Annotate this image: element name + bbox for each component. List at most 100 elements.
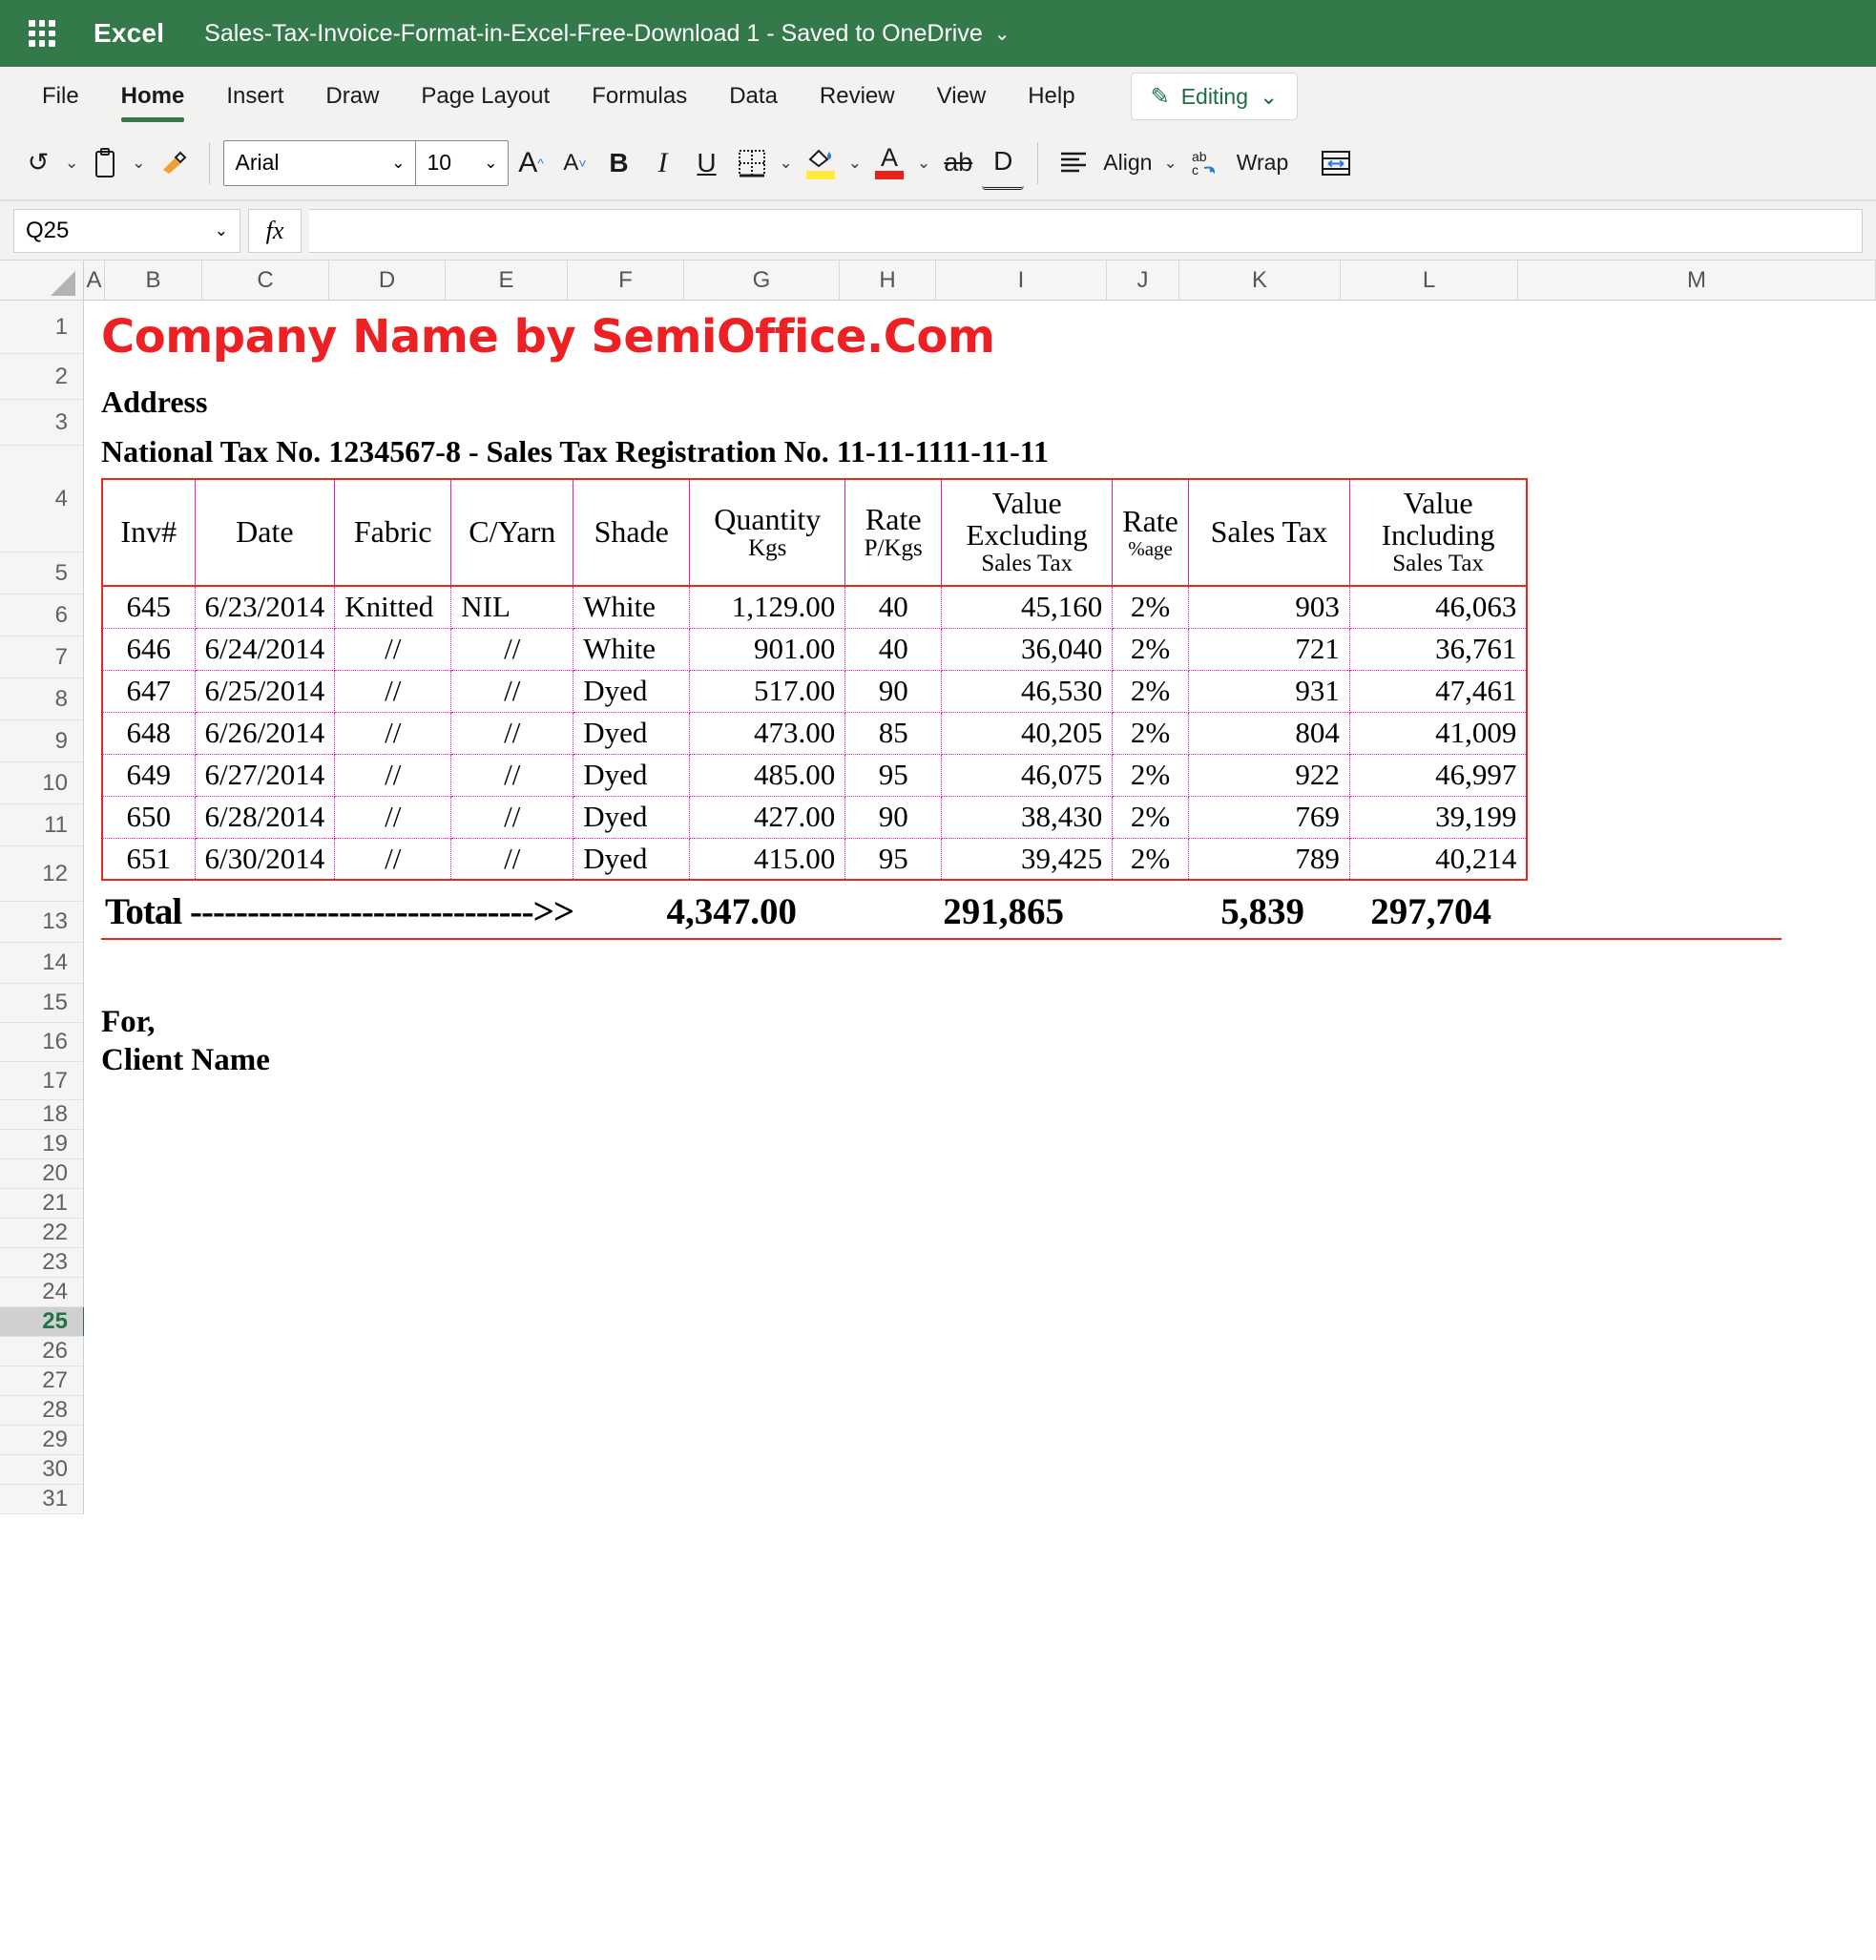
row-header-26[interactable]: 26: [0, 1337, 83, 1366]
shrink-font-button[interactable]: A ˅: [554, 136, 596, 190]
table-row[interactable]: 645 6/23/2014 Knitted NIL White 1,129.00…: [101, 585, 1529, 629]
tab-home[interactable]: Home: [100, 67, 206, 126]
column-header-B[interactable]: B: [105, 261, 202, 300]
align-icon[interactable]: [1052, 136, 1095, 190]
row-header-19[interactable]: 19: [0, 1130, 83, 1159]
borders-chevron-down-icon[interactable]: ⌄: [776, 154, 797, 173]
row-header-3[interactable]: 3: [0, 400, 83, 446]
row-header-29[interactable]: 29: [0, 1426, 83, 1455]
grow-font-button[interactable]: A ^: [511, 136, 552, 190]
tab-data[interactable]: Data: [708, 67, 799, 126]
table-row[interactable]: 651 6/30/2014 // // Dyed 415.00 95 39,42…: [101, 837, 1529, 881]
undo-button[interactable]: ↺: [17, 136, 59, 190]
row-header-20[interactable]: 20: [0, 1159, 83, 1189]
align-button[interactable]: Align: [1097, 136, 1157, 190]
column-header-M[interactable]: M: [1518, 261, 1876, 300]
column-header-I[interactable]: I: [936, 261, 1107, 300]
select-all-corner[interactable]: [0, 261, 84, 300]
font-name-select[interactable]: Arial ⌄: [224, 141, 415, 185]
row-header-31[interactable]: 31: [0, 1485, 83, 1514]
column-header-F[interactable]: F: [568, 261, 684, 300]
row-header-14[interactable]: 14: [0, 943, 83, 984]
row-header-16[interactable]: 16: [0, 1023, 83, 1062]
align-chevron-down-icon[interactable]: ⌄: [1159, 154, 1180, 173]
cell-date: 6/23/2014: [194, 585, 336, 629]
autofit-icon[interactable]: [1313, 136, 1359, 190]
tab-formulas[interactable]: Formulas: [571, 67, 708, 126]
column-header-D[interactable]: D: [329, 261, 446, 300]
borders-icon[interactable]: [730, 136, 774, 190]
tab-review[interactable]: Review: [799, 67, 916, 126]
row-header-13[interactable]: 13: [0, 902, 83, 943]
column-header-A[interactable]: A: [84, 261, 105, 300]
row-header-18[interactable]: 18: [0, 1100, 83, 1130]
row-header-23[interactable]: 23: [0, 1248, 83, 1278]
paste-chevron-down-icon[interactable]: ⌄: [128, 154, 149, 173]
row-header-25[interactable]: 25: [0, 1307, 87, 1337]
bold-button[interactable]: B: [598, 136, 640, 190]
italic-button[interactable]: I: [642, 136, 684, 190]
row-header-1[interactable]: 1: [0, 301, 83, 354]
row-header-17[interactable]: 17: [0, 1062, 83, 1100]
document-title[interactable]: Sales-Tax-Invoice-Format-in-Excel-Free-D…: [204, 20, 983, 48]
tab-insert[interactable]: Insert: [205, 67, 304, 126]
row-header-22[interactable]: 22: [0, 1219, 83, 1248]
column-header-L[interactable]: L: [1341, 261, 1518, 300]
undo-chevron-down-icon[interactable]: ⌄: [61, 154, 82, 173]
column-header-H[interactable]: H: [840, 261, 936, 300]
row-header-28[interactable]: 28: [0, 1396, 83, 1426]
tab-help[interactable]: Help: [1007, 67, 1095, 126]
sheet-canvas[interactable]: Company Name by SemiOffice.Com Address N…: [84, 301, 1876, 1514]
paste-icon[interactable]: [84, 136, 126, 190]
font-color-icon[interactable]: A: [867, 136, 911, 190]
fill-color-icon[interactable]: [799, 136, 843, 190]
wrap-button[interactable]: Wrap: [1231, 136, 1295, 190]
tab-draw[interactable]: Draw: [304, 67, 400, 126]
row-header-4[interactable]: 4: [0, 446, 83, 553]
row-header-30[interactable]: 30: [0, 1455, 83, 1485]
row-header-12[interactable]: 12: [0, 846, 83, 902]
editing-mode-button[interactable]: ✎ Editing ⌄: [1130, 73, 1299, 120]
fill-chevron-down-icon[interactable]: ⌄: [844, 154, 865, 173]
chevron-down-icon[interactable]: ⌄: [994, 22, 1011, 46]
row-header-9[interactable]: 9: [0, 720, 83, 762]
font-color-chevron-down-icon[interactable]: ⌄: [913, 154, 934, 173]
table-row[interactable]: 646 6/24/2014 // // White 901.00 40 36,0…: [101, 627, 1529, 671]
row-header-11[interactable]: 11: [0, 804, 83, 846]
tab-view[interactable]: View: [916, 67, 1008, 126]
cell-rate-pct: 2%: [1112, 837, 1189, 881]
table-row[interactable]: 650 6/28/2014 // // Dyed 427.00 90 38,43…: [101, 795, 1529, 839]
table-row[interactable]: 649 6/27/2014 // // Dyed 485.00 95 46,07…: [101, 753, 1529, 797]
column-header-E[interactable]: E: [446, 261, 568, 300]
row-header-5[interactable]: 5: [0, 553, 83, 594]
underline-button[interactable]: U: [686, 136, 728, 190]
pencil-icon: ✎: [1150, 83, 1170, 110]
column-header-J[interactable]: J: [1107, 261, 1179, 300]
format-painter-icon[interactable]: [152, 136, 196, 190]
row-header-24[interactable]: 24: [0, 1278, 83, 1307]
name-box[interactable]: Q25 ⌄: [13, 208, 240, 253]
row-header-2[interactable]: 2: [0, 354, 83, 400]
tab-file[interactable]: File: [21, 67, 100, 126]
table-row[interactable]: 647 6/25/2014 // // Dyed 517.00 90 46,53…: [101, 669, 1529, 713]
table-row[interactable]: 648 6/26/2014 // // Dyed 473.00 85 40,20…: [101, 711, 1529, 755]
column-header-K[interactable]: K: [1179, 261, 1341, 300]
row-header-7[interactable]: 7: [0, 636, 83, 678]
cell-rate: 85: [844, 711, 943, 755]
double-underline-button[interactable]: D: [982, 136, 1025, 190]
row-header-6[interactable]: 6: [0, 594, 83, 636]
column-header-C[interactable]: C: [202, 261, 329, 300]
formula-input[interactable]: [309, 208, 1863, 253]
row-header-15[interactable]: 15: [0, 984, 83, 1023]
row-header-10[interactable]: 10: [0, 762, 83, 804]
font-size-select[interactable]: 10 ⌄: [416, 141, 508, 185]
strikethrough-button[interactable]: ab: [936, 136, 980, 190]
app-launcher-icon[interactable]: [21, 12, 63, 54]
tab-page-layout[interactable]: Page Layout: [400, 67, 571, 126]
column-header-G[interactable]: G: [684, 261, 840, 300]
row-header-21[interactable]: 21: [0, 1189, 83, 1219]
row-header-8[interactable]: 8: [0, 678, 83, 720]
row-header-27[interactable]: 27: [0, 1366, 83, 1396]
insert-function-icon[interactable]: fx: [248, 208, 302, 253]
wrap-text-icon[interactable]: ab c: [1183, 136, 1229, 190]
